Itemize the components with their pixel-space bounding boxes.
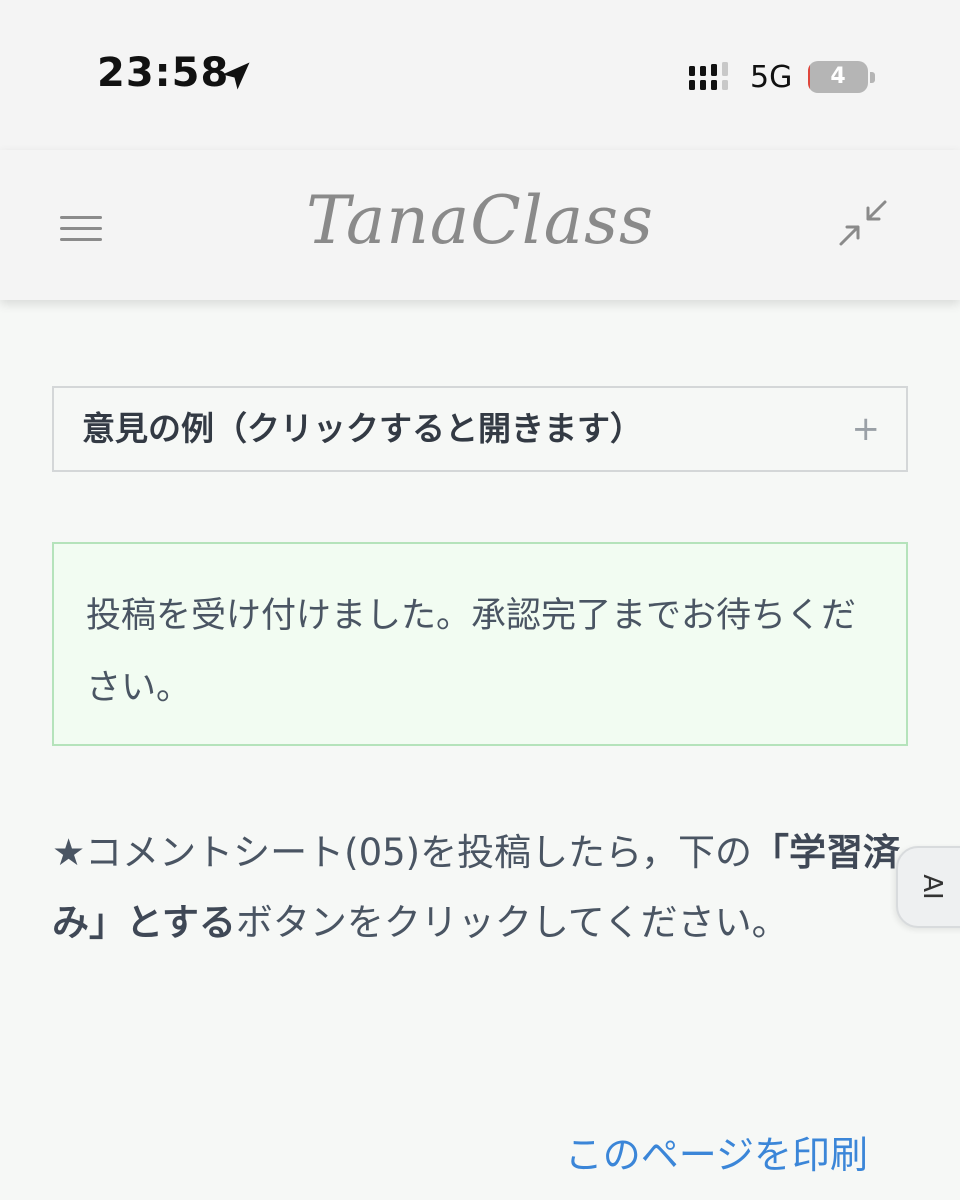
opinion-examples-accordion[interactable]: 意見の例（クリックすると開きます） +: [52, 386, 908, 472]
instruction-part2: ボタンをクリックしてください。: [235, 901, 789, 944]
battery-tip: [870, 72, 875, 83]
instruction-text: ★コメントシート(05)を投稿したら，下の「学習済み」とするボタンをクリックして…: [52, 818, 904, 958]
location-arrow-icon: [222, 62, 250, 90]
battery-level-label: 4: [830, 64, 846, 89]
plus-icon[interactable]: +: [852, 388, 881, 470]
instruction-part1: ★コメントシート(05)を投稿したら，下の: [52, 831, 753, 874]
accordion-label: 意見の例（クリックすると開きます）: [82, 409, 643, 448]
status-time: 23:58: [97, 50, 230, 96]
status-bar: 23:58 5G 4: [0, 0, 960, 150]
ai-tab-label: AI: [917, 874, 947, 900]
app-header: TanaClass: [0, 150, 960, 300]
print-page-link[interactable]: このページを印刷: [565, 1124, 868, 1179]
notice-text: 投稿を受け付けました。承認完了までお待ちください。: [86, 596, 857, 708]
signal-icon: [689, 62, 728, 90]
submission-notice: 投稿を受け付けました。承認完了までお待ちください。: [52, 542, 908, 746]
network-type-label: 5G: [750, 60, 793, 95]
collapse-icon[interactable]: [838, 198, 888, 248]
app-title: TanaClass: [306, 182, 654, 259]
battery-icon: 4: [808, 61, 868, 93]
ai-side-tab[interactable]: AI: [896, 846, 960, 928]
